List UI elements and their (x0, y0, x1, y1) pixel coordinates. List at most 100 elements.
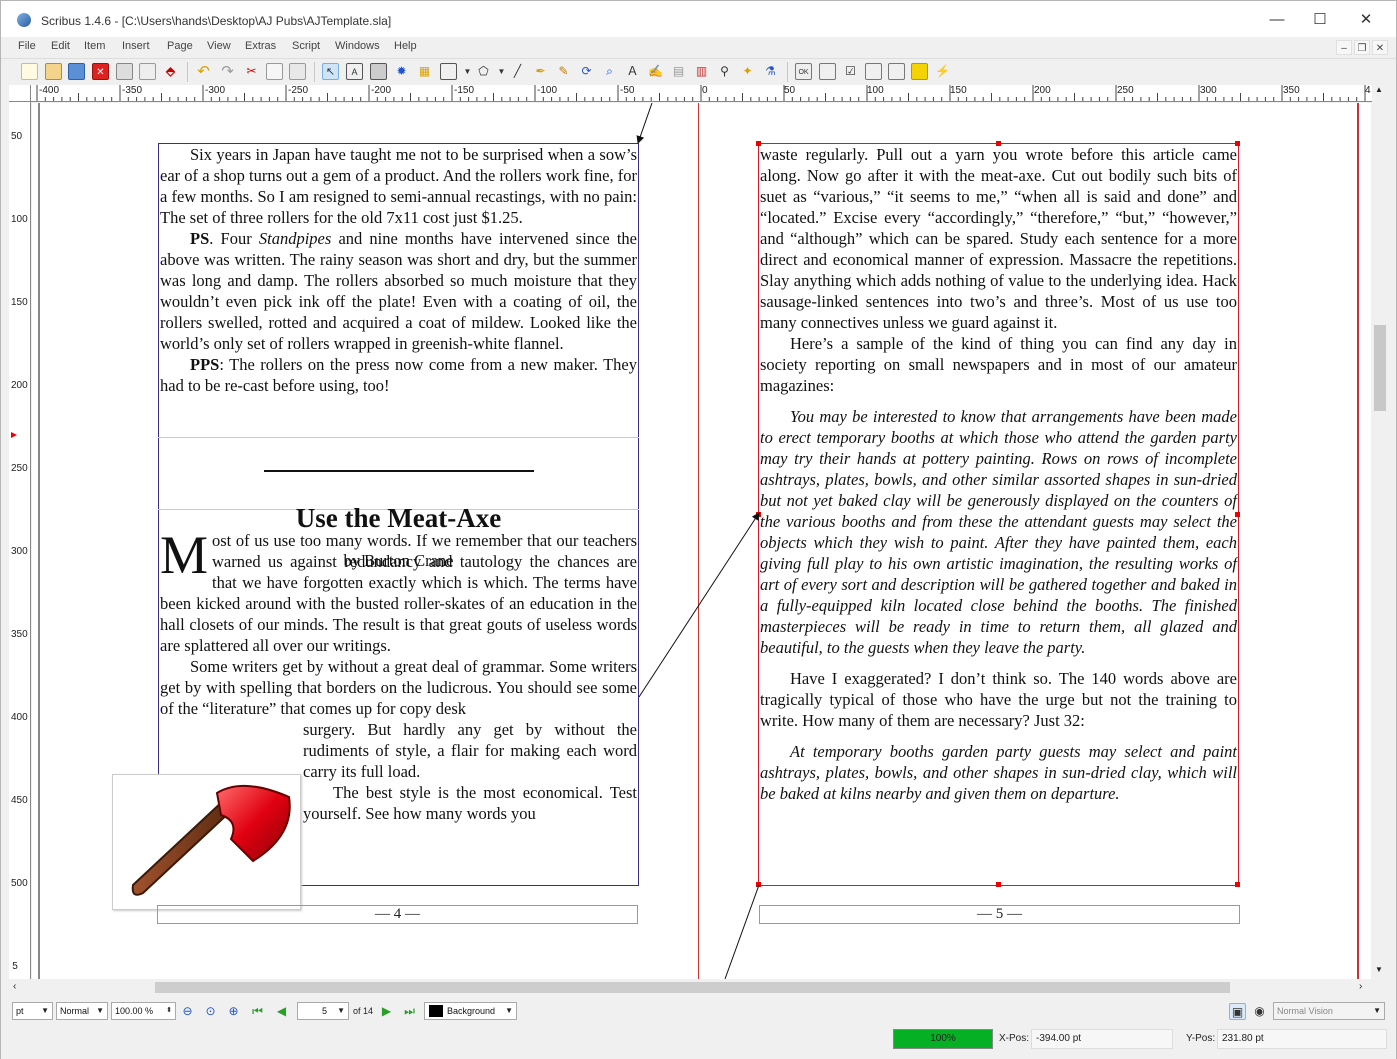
page-select[interactable]: 5 ▼ (297, 1002, 349, 1020)
page-number-frame[interactable]: — 5 — (759, 905, 1240, 924)
layer-select[interactable]: Background ▼ (424, 1002, 517, 1020)
text-frame-icon[interactable]: A (346, 63, 363, 80)
menu-windows[interactable]: Windows (335, 40, 380, 52)
copy-icon[interactable] (266, 63, 283, 80)
last-page-icon[interactable]: ⏭ (401, 1003, 418, 1020)
resize-handle[interactable] (1235, 141, 1240, 146)
eyedropper-icon[interactable]: ⚗ (762, 63, 779, 80)
paste-icon[interactable] (289, 63, 306, 80)
zoom-input[interactable]: 100.00 % ⬍ (111, 1002, 176, 1020)
scribus-window: Scribus 1.4.6 - [C:\Users\hands\Desktop\… (0, 0, 1397, 1059)
link-frames-icon[interactable]: ▤ (670, 63, 687, 80)
shape-icon[interactable] (440, 63, 457, 80)
pdf-link-icon[interactable]: ⚡ (934, 63, 951, 80)
zoom-icon[interactable]: ⌕ (601, 63, 618, 80)
mdi-minimize-button[interactable]: – (1336, 40, 1352, 55)
resize-handle[interactable] (1235, 882, 1240, 887)
zoom-100-icon[interactable]: ⊙ (202, 1003, 219, 1020)
resize-handle[interactable] (756, 512, 761, 517)
vertical-scroll-thumb[interactable] (1374, 325, 1386, 411)
pdf-textfield-icon[interactable] (819, 63, 836, 80)
zoom-out-icon[interactable]: ⊖ (179, 1003, 196, 1020)
scroll-right-icon[interactable]: › (1359, 981, 1362, 992)
paragraph: PS. Four Standpipes and nine months have… (160, 228, 637, 354)
edit-text-icon[interactable]: Ａ (624, 63, 641, 80)
pdf-annotation-icon[interactable] (911, 63, 928, 80)
menu-view[interactable]: View (207, 40, 231, 52)
export-pdf-icon[interactable]: ⬘ (162, 63, 179, 80)
shape-dropdown-icon[interactable]: ▼ (459, 63, 476, 80)
zoom-in-icon[interactable]: ⊕ (225, 1003, 242, 1020)
save-icon[interactable] (68, 63, 85, 80)
menu-file[interactable]: File (18, 40, 36, 52)
paragraph: Some writers get by without a great deal… (160, 657, 637, 718)
select-tool-icon[interactable]: ↖ (322, 63, 339, 80)
menu-insert[interactable]: Insert (122, 40, 150, 52)
scroll-up-icon[interactable]: ▲ (1375, 85, 1383, 94)
menu-item[interactable]: Item (84, 40, 105, 52)
paragraph: Here’s a sample of the kind of thing you… (760, 334, 1237, 395)
cut-icon[interactable]: ✂ (243, 63, 260, 80)
page-number-frame[interactable]: — 4 — (157, 905, 638, 924)
menu-edit[interactable]: Edit (51, 40, 70, 52)
redo-icon[interactable]: ↷ (219, 63, 236, 80)
close-button[interactable]: ✕ (1352, 9, 1380, 31)
pdf-listbox-icon[interactable] (888, 63, 905, 80)
mdi-restore-button[interactable]: ❐ (1354, 40, 1370, 55)
horizontal-scroll-thumb[interactable] (155, 982, 1230, 993)
open-folder-icon[interactable] (45, 63, 62, 80)
resize-handle[interactable] (996, 882, 1001, 887)
next-page-icon[interactable]: ▶ (378, 1003, 395, 1020)
polygon-icon[interactable]: ⬠ (475, 63, 492, 80)
rotate-icon[interactable]: ⟳ (578, 63, 595, 80)
unlink-frames-icon[interactable]: ▥ (693, 63, 710, 80)
resize-handle[interactable] (996, 141, 1001, 146)
article-headline: Use the Meat-Axe (295, 503, 502, 533)
resize-handle[interactable] (756, 141, 761, 146)
image-frame-icon[interactable] (370, 63, 387, 80)
first-page-icon[interactable]: ⏮ (249, 1003, 266, 1020)
minimize-button[interactable]: — (1263, 9, 1291, 31)
render-frame-icon[interactable]: ✹ (393, 63, 410, 80)
color-management-icon[interactable]: ▣ (1229, 1003, 1246, 1020)
previous-page-icon[interactable]: ◀ (273, 1003, 290, 1020)
measure-icon[interactable]: ⚲ (716, 63, 733, 80)
vertical-scrollbar[interactable]: ▲ ▼ (1372, 85, 1388, 979)
resize-handle[interactable] (1235, 512, 1240, 517)
new-document-icon[interactable] (21, 63, 38, 80)
maximize-button[interactable]: ☐ (1306, 9, 1334, 31)
right-text-frame[interactable]: waste regularly. Pull out a yarn you wro… (758, 143, 1239, 886)
bezier-icon[interactable]: ✒ (532, 63, 549, 80)
mdi-close-button[interactable]: ✕ (1372, 40, 1388, 55)
line-icon[interactable]: ╱ (509, 63, 526, 80)
preflight-icon[interactable] (139, 63, 156, 80)
undo-icon[interactable]: ↶ (195, 63, 212, 80)
vertical-ruler[interactable]: 50 100 150 200 250 300 350 400 450 500 5 (9, 102, 31, 979)
menu-script[interactable]: Script (292, 40, 320, 52)
document-canvas[interactable]: Six years in Japan have taught me not to… (32, 103, 1371, 979)
preview-mode-select[interactable]: Normal ▼ (56, 1002, 108, 1020)
story-editor-icon[interactable]: ✍ (647, 63, 664, 80)
preview-eye-icon[interactable]: ◉ (1251, 1003, 1268, 1020)
scroll-down-icon[interactable]: ▼ (1375, 965, 1383, 974)
freehand-icon[interactable]: ✎ (555, 63, 572, 80)
horizontal-ruler[interactable]: -400 -350 -300 -250 -200 -150 -100 -50 0… (31, 85, 1373, 102)
resize-handle[interactable] (756, 882, 761, 887)
axe-image-frame[interactable] (112, 774, 301, 910)
scroll-left-icon[interactable]: ‹ (13, 981, 16, 992)
pdf-checkbox-icon[interactable]: ☑ (842, 63, 859, 80)
menu-extras[interactable]: Extras (245, 40, 276, 52)
unit-select[interactable]: pt ▼ (12, 1002, 53, 1020)
paragraph: Have I exaggerated? I don’t think so. Th… (760, 669, 1237, 730)
print-icon[interactable] (116, 63, 133, 80)
table-icon[interactable]: ▦ (416, 63, 433, 80)
pdf-combobox-icon[interactable] (865, 63, 882, 80)
polygon-dropdown-icon[interactable]: ▼ (493, 63, 510, 80)
close-document-icon[interactable]: ✕ (92, 63, 109, 80)
vision-select[interactable]: Normal Vision ▼ (1273, 1002, 1385, 1020)
menu-page[interactable]: Page (167, 40, 193, 52)
horizontal-scrollbar[interactable]: ‹ › (9, 979, 1371, 996)
menu-help[interactable]: Help (394, 40, 417, 52)
pdf-button-icon[interactable]: OK (795, 63, 812, 80)
copy-properties-icon[interactable]: ✦ (739, 63, 756, 80)
